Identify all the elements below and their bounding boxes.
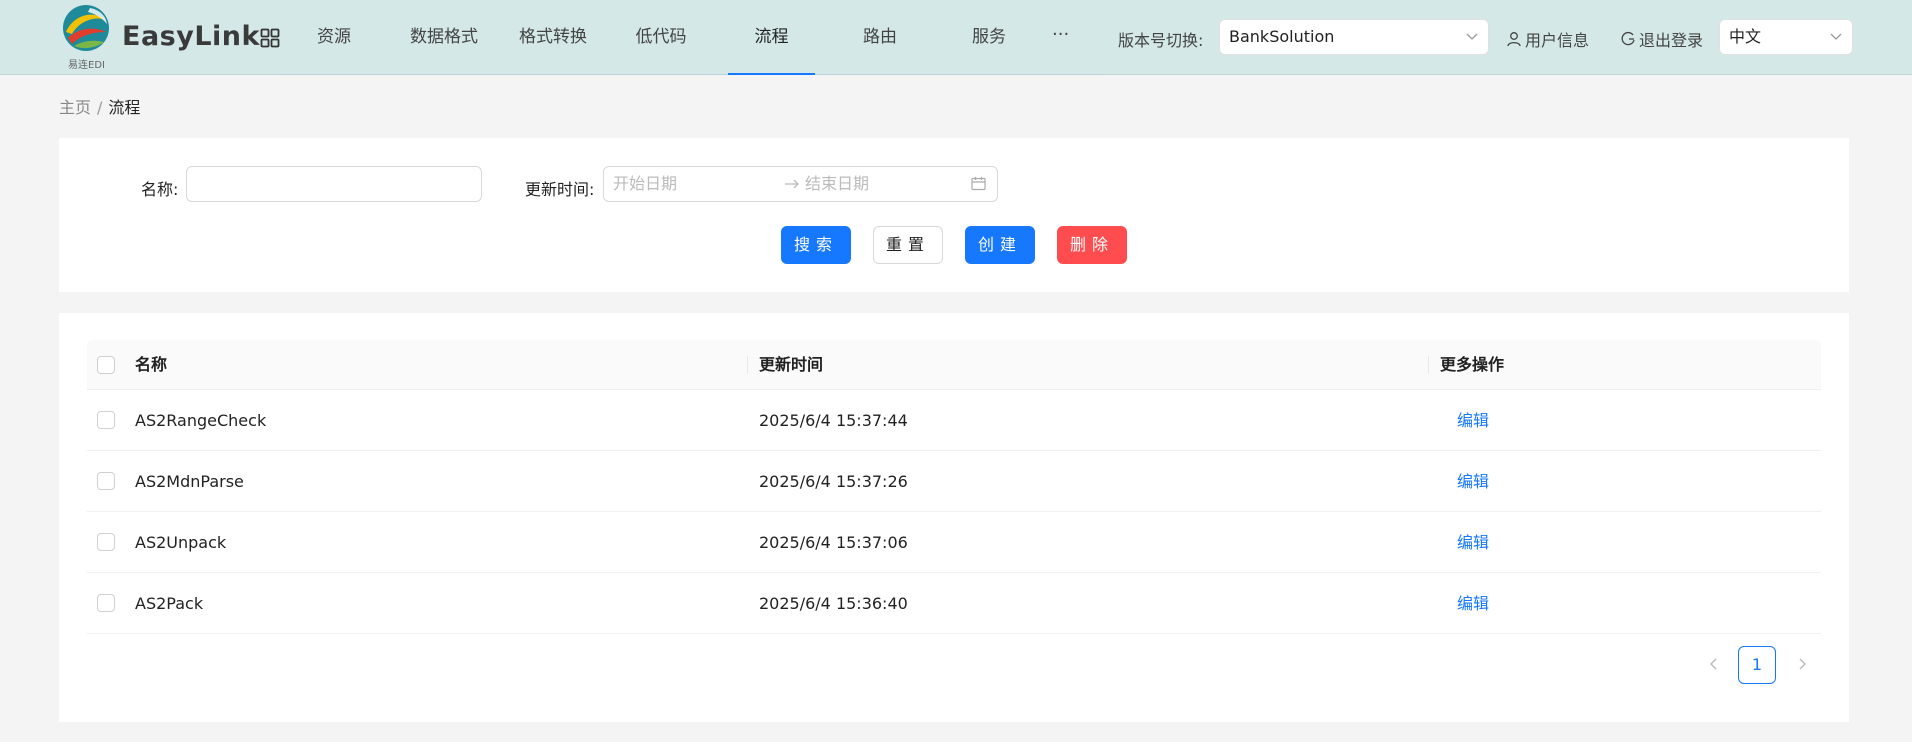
apps-grid-icon[interactable] — [260, 28, 280, 48]
next-page-icon[interactable] — [1792, 652, 1812, 676]
edit-link[interactable]: 编辑 — [1457, 512, 1489, 573]
user-info-label: 用户信息 — [1525, 27, 1589, 51]
column-header-name: 名称 — [135, 340, 167, 390]
arrow-right-icon — [784, 178, 800, 190]
name-filter-label: 名称: — [141, 176, 178, 200]
end-date-placeholder[interactable]: 结束日期 — [805, 167, 869, 201]
filter-panel — [59, 138, 1849, 292]
row-checkbox[interactable] — [97, 472, 115, 490]
table-header: 名称 更新时间 更多操作 — [87, 340, 1821, 390]
column-header-actions: 更多操作 — [1440, 340, 1504, 390]
name-filter-input[interactable] — [186, 166, 482, 202]
search-button[interactable]: 搜索 — [781, 226, 851, 264]
version-select-value: BankSolution — [1229, 27, 1334, 46]
row-checkbox[interactable] — [97, 533, 115, 551]
nav-item-data-format[interactable]: 数据格式 — [404, 0, 484, 75]
logout-label: 退出登录 — [1639, 27, 1703, 51]
logo-subtitle: 易连EDI — [68, 56, 105, 71]
logout-icon — [1620, 31, 1636, 47]
page-number-button[interactable]: 1 — [1738, 646, 1776, 684]
breadcrumb: 主页 / 流程 — [59, 94, 140, 118]
create-button[interactable]: 创建 — [965, 226, 1035, 264]
user-icon — [1506, 31, 1522, 47]
breadcrumb-current: 流程 — [108, 98, 140, 117]
breadcrumb-separator: / — [97, 98, 102, 117]
table-row: AS2MdnParse 2025/6/4 15:37:26 编辑 — [87, 451, 1821, 512]
language-select-value: 中文 — [1729, 27, 1761, 46]
easylink-logo-icon — [60, 2, 112, 54]
chevron-down-icon — [1830, 20, 1842, 54]
version-switch-label: 版本号切换: — [1118, 27, 1203, 51]
row-name: AS2RangeCheck — [135, 390, 266, 451]
row-updated-time: 2025/6/4 15:37:06 — [759, 512, 908, 573]
row-checkbox[interactable] — [97, 411, 115, 429]
table-row: AS2RangeCheck 2025/6/4 15:37:44 编辑 — [87, 390, 1821, 451]
nav-item-resources[interactable]: 资源 — [306, 0, 362, 75]
table-row: AS2Pack 2025/6/4 15:36:40 编辑 — [87, 573, 1821, 634]
row-checkbox[interactable] — [97, 594, 115, 612]
column-divider — [1428, 356, 1429, 374]
delete-button[interactable]: 删除 — [1057, 226, 1127, 264]
chevron-down-icon — [1466, 20, 1478, 54]
breadcrumb-home[interactable]: 主页 — [59, 98, 91, 117]
row-updated-time: 2025/6/4 15:37:26 — [759, 451, 908, 512]
column-header-updated: 更新时间 — [759, 340, 823, 390]
edit-link[interactable]: 编辑 — [1457, 451, 1489, 512]
row-updated-time: 2025/6/4 15:36:40 — [759, 573, 908, 634]
nav-more-icon[interactable]: ··· — [1052, 24, 1069, 45]
language-select[interactable]: 中文 — [1719, 19, 1853, 55]
row-name: AS2Pack — [135, 573, 203, 634]
edit-link[interactable]: 编辑 — [1457, 390, 1489, 451]
version-select[interactable]: BankSolution — [1219, 19, 1489, 55]
row-updated-time: 2025/6/4 15:37:44 — [759, 390, 908, 451]
calendar-icon — [971, 176, 986, 191]
row-name: AS2Unpack — [135, 512, 226, 573]
prev-page-icon[interactable] — [1704, 652, 1724, 676]
column-divider — [747, 356, 748, 374]
start-date-placeholder[interactable]: 开始日期 — [613, 167, 677, 201]
select-all-checkbox[interactable] — [97, 356, 115, 374]
nav-item-services[interactable]: 服务 — [961, 0, 1017, 75]
top-header: 易连EDI EasyLink 资源 数据格式 格式转换 低代码 流程 路由 服务… — [0, 0, 1912, 75]
update-time-label: 更新时间: — [525, 176, 594, 200]
nav-item-format-conversion[interactable]: 格式转换 — [513, 0, 593, 75]
row-name: AS2MdnParse — [135, 451, 244, 512]
user-info-link[interactable]: 用户信息 — [1506, 27, 1589, 51]
nav-item-flow[interactable]: 流程 — [728, 0, 815, 75]
date-range-picker[interactable]: 开始日期 结束日期 — [603, 166, 998, 202]
nav-item-low-code[interactable]: 低代码 — [621, 0, 701, 75]
app-name: EasyLink — [122, 21, 260, 52]
nav-active-indicator — [728, 73, 815, 75]
logout-link[interactable]: 退出登录 — [1620, 27, 1703, 51]
edit-link[interactable]: 编辑 — [1457, 573, 1489, 634]
reset-button[interactable]: 重置 — [873, 226, 943, 264]
nav-item-routing[interactable]: 路由 — [852, 0, 908, 75]
table-row: AS2Unpack 2025/6/4 15:37:06 编辑 — [87, 512, 1821, 573]
